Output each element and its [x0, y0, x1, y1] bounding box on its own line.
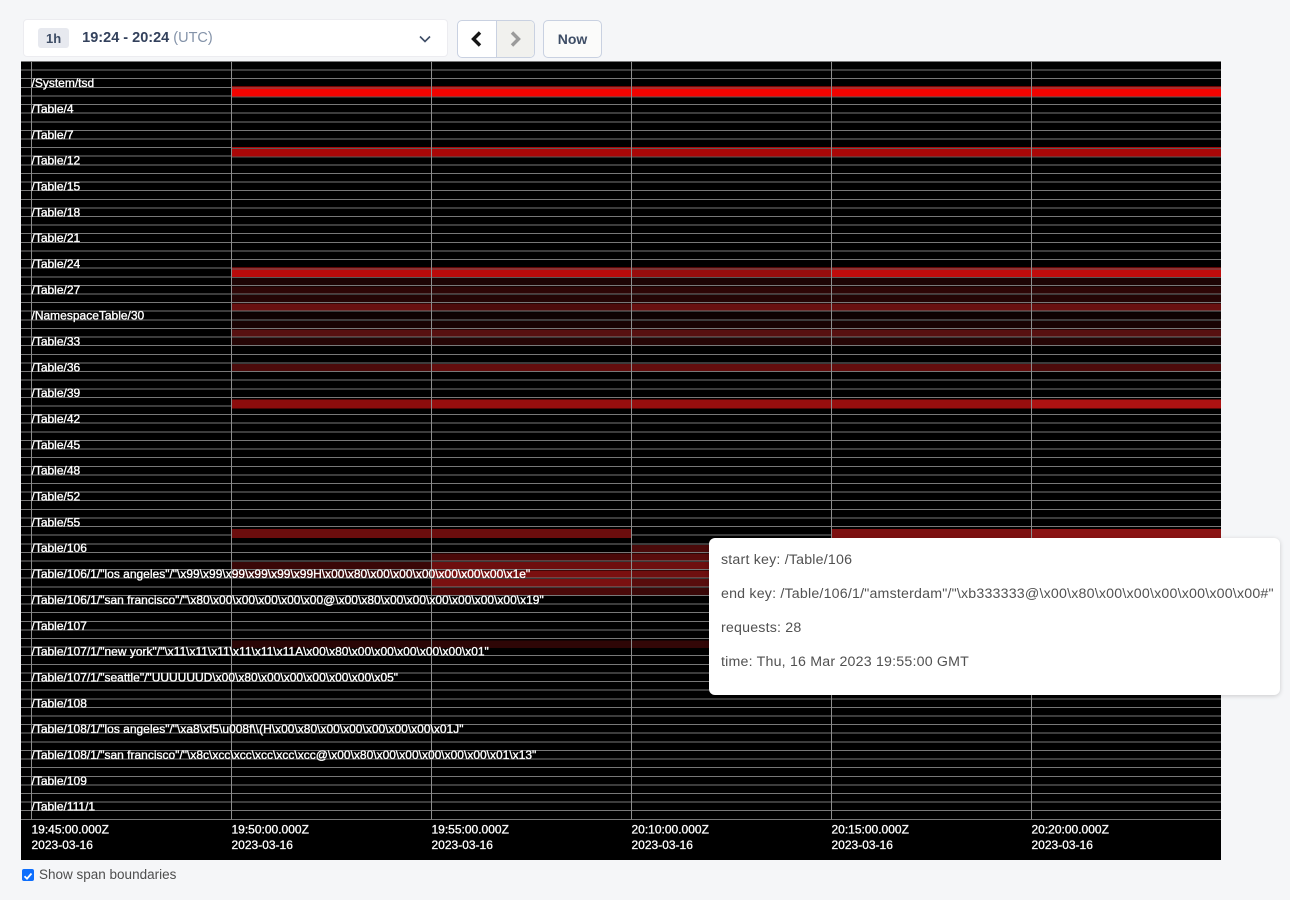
svg-text:19:45:00.000Z: 19:45:00.000Z [32, 823, 109, 837]
svg-text:/Table/106: /Table/106 [32, 541, 88, 555]
svg-text:/Table/24: /Table/24 [32, 257, 81, 271]
svg-text:/Table/42: /Table/42 [32, 412, 81, 426]
svg-text:/System/tsd: /System/tsd [32, 76, 95, 90]
svg-text:2023-03-16: 2023-03-16 [1032, 838, 1094, 852]
svg-text:/Table/36: /Table/36 [32, 360, 81, 374]
svg-text:/Table/7: /Table/7 [32, 128, 74, 142]
svg-text:/Table/107/1/"seattle"/"UUUUUU: /Table/107/1/"seattle"/"UUUUUUD\x00\x80\… [32, 670, 399, 684]
svg-text:/Table/15: /Table/15 [32, 180, 81, 194]
svg-text:19:55:00.000Z: 19:55:00.000Z [432, 823, 509, 837]
svg-text:2023-03-16: 2023-03-16 [632, 838, 694, 852]
svg-text:/Table/109: /Table/109 [32, 774, 88, 788]
svg-text:20:15:00.000Z: 20:15:00.000Z [832, 823, 909, 837]
svg-text:/Table/106/1/"san francisco"/": /Table/106/1/"san francisco"/"\x80\x00\x… [32, 593, 544, 607]
svg-text:2023-03-16: 2023-03-16 [232, 838, 294, 852]
svg-text:/Table/108/1/"san francisco"/": /Table/108/1/"san francisco"/"\x8c\xcc\x… [32, 748, 537, 762]
svg-text:/Table/27: /Table/27 [32, 283, 81, 297]
svg-text:19:50:00.000Z: 19:50:00.000Z [232, 823, 309, 837]
svg-text:/Table/111/1: /Table/111/1 [32, 800, 96, 814]
svg-text:20:20:00.000Z: 20:20:00.000Z [1032, 823, 1109, 837]
svg-text:/Table/4: /Table/4 [32, 102, 74, 116]
svg-text:/Table/107: /Table/107 [32, 619, 88, 633]
svg-text:/Table/33: /Table/33 [32, 335, 81, 349]
svg-text:2023-03-16: 2023-03-16 [832, 838, 894, 852]
svg-text:/Table/21: /Table/21 [32, 231, 81, 245]
svg-text:/Table/12: /Table/12 [32, 154, 81, 168]
svg-text:/Table/108/1/"los angeles"/"\x: /Table/108/1/"los angeles"/"\xa8\xf5\u00… [32, 722, 464, 736]
svg-text:2023-03-16: 2023-03-16 [432, 838, 494, 852]
svg-text:/Table/52: /Table/52 [32, 490, 81, 504]
svg-text:/NamespaceTable/30: /NamespaceTable/30 [32, 309, 145, 323]
svg-text:/Table/39: /Table/39 [32, 386, 81, 400]
svg-text:/Table/107/1/"new york"/"\x11\: /Table/107/1/"new york"/"\x11\x11\x11\x1… [32, 645, 489, 659]
svg-text:/Table/18: /Table/18 [32, 205, 81, 219]
svg-text:/Table/108: /Table/108 [32, 696, 88, 710]
svg-text:/Table/55: /Table/55 [32, 515, 81, 529]
svg-text:2023-03-16: 2023-03-16 [32, 838, 94, 852]
svg-text:/Table/48: /Table/48 [32, 464, 81, 478]
svg-text:/Table/106/1/"los angeles"/"\x: /Table/106/1/"los angeles"/"\x99\x99\x99… [32, 567, 531, 581]
svg-text:/Table/45: /Table/45 [32, 438, 81, 452]
svg-text:20:10:00.000Z: 20:10:00.000Z [632, 823, 709, 837]
